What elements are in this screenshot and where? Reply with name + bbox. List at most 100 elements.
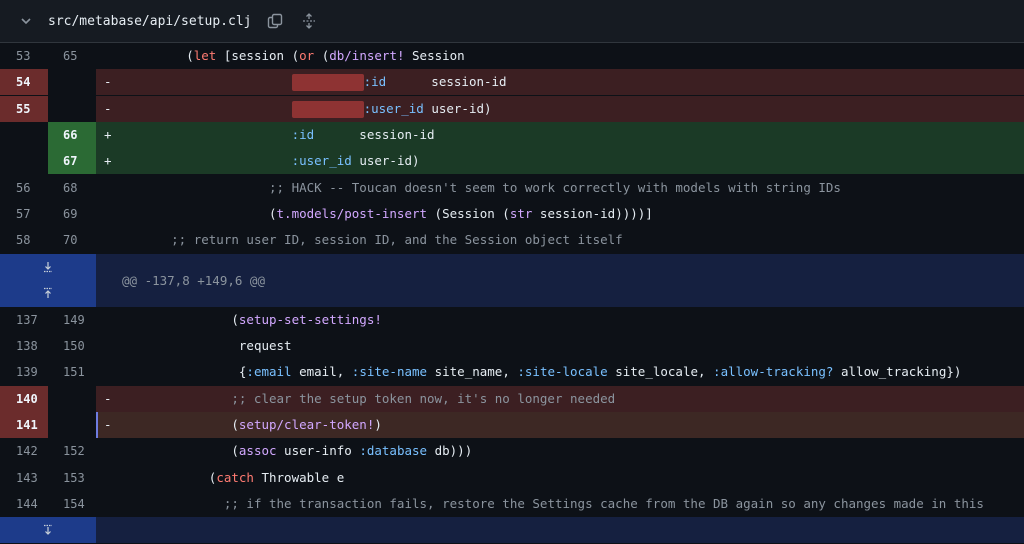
token: assoc bbox=[238, 443, 277, 459]
expand-up-button[interactable] bbox=[38, 285, 58, 301]
expand-down-icon bbox=[44, 261, 52, 272]
old-line-number[interactable]: 57 bbox=[0, 201, 48, 227]
line-code: ;; HACK -- Toucan doesn't seem to work c… bbox=[96, 175, 1024, 201]
line-code: + :id session-id bbox=[96, 122, 1024, 149]
code-comment: ;; return user ID, session ID, and the S… bbox=[171, 232, 623, 248]
diff-line: 142 152 (assoc user-info :database db))) bbox=[0, 438, 1024, 465]
token: :allow-tracking? bbox=[713, 364, 834, 380]
hunk-header: @@ -137,8 +149,6 @@ bbox=[96, 253, 1024, 307]
new-line-number[interactable]: 70 bbox=[48, 227, 96, 253]
expand-down-button[interactable] bbox=[38, 259, 58, 275]
token: [session ( bbox=[216, 48, 300, 64]
diff-marker: - bbox=[104, 74, 112, 90]
old-line-number[interactable]: 143 bbox=[0, 465, 48, 491]
diff-line-deleted: 140 - ;; clear the setup token now, it's… bbox=[0, 385, 1024, 412]
diff-line: 137 149 (setup-set-settings! bbox=[0, 306, 1024, 333]
token: allow_tracking}) bbox=[833, 364, 962, 380]
diff-line: 139 151 {:email email, :site-name site_n… bbox=[0, 359, 1024, 386]
hunk-separator: @@ -137,8 +149,6 @@ bbox=[0, 253, 1024, 307]
token: user-id) bbox=[423, 100, 492, 116]
diff-marker: + bbox=[104, 153, 112, 169]
diff-marker: - bbox=[104, 100, 112, 116]
token: session-id))))] bbox=[532, 206, 653, 222]
line-code: + :user_id user-id) bbox=[96, 148, 1024, 175]
expand-gutter bbox=[0, 253, 96, 307]
token: :database bbox=[359, 443, 428, 459]
token: :user_id bbox=[291, 153, 352, 169]
token: session-id bbox=[314, 127, 435, 143]
line-code: ;; return user ID, session ID, and the S… bbox=[96, 227, 1024, 253]
old-line-number[interactable]: 141 bbox=[0, 412, 48, 439]
diff-line: 58 70 ;; return user ID, session ID, and… bbox=[0, 227, 1024, 254]
token: session-id bbox=[386, 74, 507, 90]
new-line-number[interactable]: 69 bbox=[48, 201, 96, 227]
code-comment: ;; clear the setup token now, it's no lo… bbox=[231, 390, 616, 406]
old-line-number[interactable]: 58 bbox=[0, 227, 48, 253]
line-code: request bbox=[96, 333, 1024, 359]
token: request bbox=[238, 338, 292, 354]
new-line-number[interactable]: 66 bbox=[48, 122, 96, 149]
copy-path-button[interactable] bbox=[266, 12, 284, 30]
new-line-number[interactable]: 68 bbox=[48, 175, 96, 201]
token: (Session ( bbox=[427, 206, 510, 222]
token: site_name, bbox=[427, 364, 518, 380]
token: catch bbox=[216, 469, 254, 485]
token: site_locale, bbox=[607, 364, 714, 380]
expand-down-button[interactable] bbox=[38, 522, 58, 538]
expand-all-button[interactable] bbox=[300, 12, 318, 30]
code-comment: ;; HACK -- Toucan doesn't seem to work c… bbox=[269, 179, 841, 195]
old-line-number[interactable]: 53 bbox=[0, 43, 48, 69]
token: ( bbox=[314, 48, 330, 64]
diff-view: 53 65 (let [session (or (db/insert! Sess… bbox=[0, 43, 1024, 544]
old-line-number[interactable]: 138 bbox=[0, 333, 48, 359]
old-line-number[interactable]: 56 bbox=[0, 175, 48, 201]
diff-line: 57 69 (t.models/post-insert (Session (st… bbox=[0, 200, 1024, 228]
line-code: (t.models/post-insert (Session (str sess… bbox=[126, 206, 653, 222]
diff-line-added: 66 + :id session-id bbox=[0, 122, 1024, 149]
diff-line-added: 67 + :user_id user-id) bbox=[0, 148, 1024, 175]
collapse-file-button[interactable] bbox=[18, 13, 34, 29]
diff-line: 144 154 ;; if the transaction fails, res… bbox=[0, 490, 1024, 518]
new-line-number[interactable]: 67 bbox=[48, 148, 96, 175]
new-line-number[interactable]: 149 bbox=[48, 307, 96, 333]
old-line-number[interactable]: 142 bbox=[0, 438, 48, 464]
token: email, bbox=[291, 364, 352, 380]
diff-line: 138 150 request bbox=[0, 332, 1024, 360]
line-code: {:email email, :site-name site_name, :si… bbox=[126, 364, 962, 380]
expand-all-icon bbox=[302, 13, 315, 29]
token: Throwable e bbox=[253, 469, 345, 485]
diff-marker: - bbox=[104, 417, 112, 433]
old-line-number[interactable]: 144 bbox=[0, 491, 48, 517]
token: :user_id bbox=[363, 100, 424, 116]
token: or bbox=[299, 48, 315, 64]
hunk-gap bbox=[96, 517, 1024, 544]
new-line-number[interactable]: 152 bbox=[48, 438, 96, 464]
hunk-separator-bottom bbox=[0, 517, 1024, 544]
new-line-number[interactable]: 65 bbox=[48, 43, 96, 69]
new-line-number[interactable]: 153 bbox=[48, 465, 96, 491]
diff-marker: - bbox=[104, 390, 112, 406]
new-line-number[interactable]: 154 bbox=[48, 491, 96, 517]
token: db/insert! bbox=[329, 48, 405, 64]
diff-line: 143 153 (catch Throwable e bbox=[0, 464, 1024, 491]
expand-gutter bbox=[0, 517, 96, 544]
token: db))) bbox=[427, 443, 473, 459]
diff-line: 56 68 ;; HACK -- Toucan doesn't seem to … bbox=[0, 174, 1024, 201]
old-line-number[interactable]: 55 bbox=[0, 95, 48, 122]
chevron-down-icon bbox=[21, 18, 31, 25]
new-line-number[interactable]: 151 bbox=[48, 359, 96, 385]
file-header: src/metabase/api/setup.clj bbox=[0, 0, 1024, 43]
token: str bbox=[509, 206, 533, 222]
token: :site-locale bbox=[517, 364, 608, 380]
token: t.models/post-insert bbox=[276, 206, 428, 222]
new-line-number[interactable]: 150 bbox=[48, 333, 96, 359]
old-line-number[interactable]: 140 bbox=[0, 385, 48, 412]
token: setup/clear-token! bbox=[238, 417, 375, 433]
token: :email bbox=[246, 364, 292, 380]
old-line-number[interactable]: 54 bbox=[0, 69, 48, 96]
old-line-number[interactable]: 139 bbox=[0, 359, 48, 385]
old-line-number[interactable]: 137 bbox=[0, 307, 48, 333]
diff-line-deleted: 55 - :user_id user-id) bbox=[0, 95, 1024, 122]
line-code: (let [session (or (db/insert! Session bbox=[126, 48, 465, 64]
file-path[interactable]: src/metabase/api/setup.clj bbox=[48, 14, 252, 29]
